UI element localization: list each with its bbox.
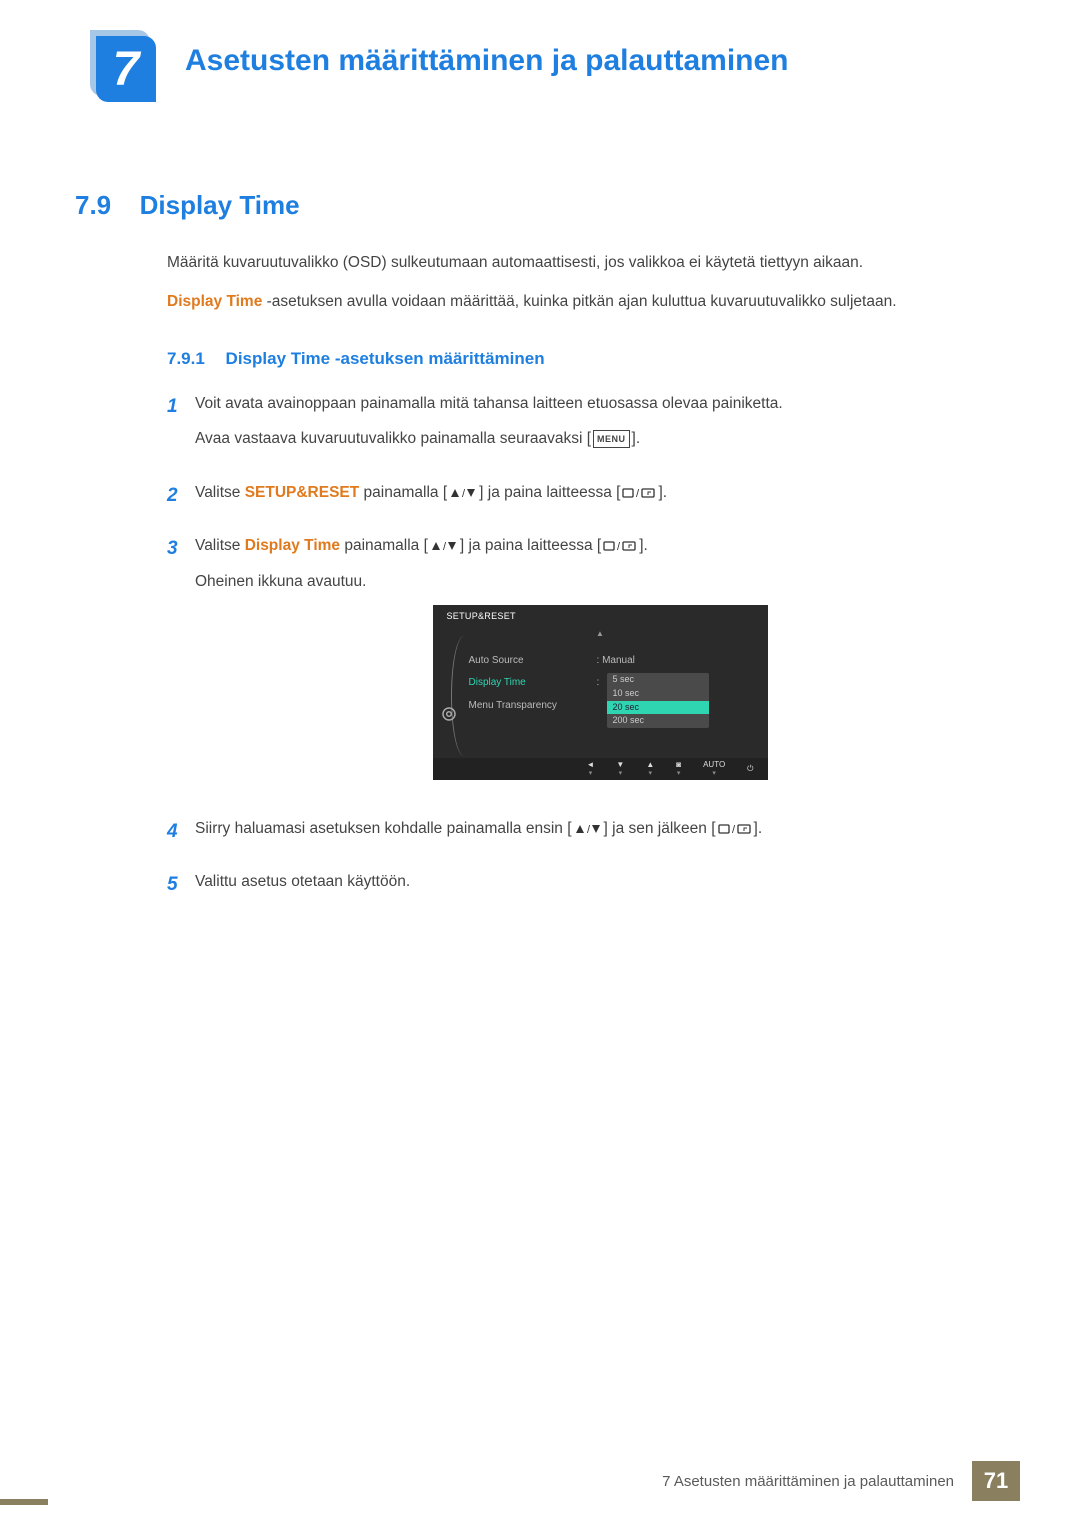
step-1-line-a: Voit avata avainoppaan painamalla mitä t…	[195, 391, 1005, 417]
subsection: 7.9.1 Display Time -asetuksen määrittämi…	[167, 349, 1005, 905]
gear-icon	[441, 706, 457, 722]
osd-value-auto-source: Manual	[602, 655, 635, 666]
step-number: 2	[167, 480, 195, 516]
source-return-icon: /	[718, 816, 752, 842]
osd-window: SETUP&RESET ▲ Auto Sourc	[433, 605, 768, 780]
osd-dropdown: 5 sec 10 sec 20 sec 200 sec	[607, 673, 709, 728]
section-title: Display Time	[140, 190, 300, 221]
chapter-number: 7	[96, 36, 156, 102]
keyword-setup-reset: SETUP&RESET	[245, 484, 360, 501]
source-return-icon: /	[603, 534, 637, 560]
section: 7.9 Display Time Määritä kuvaruutuvalikk…	[75, 190, 1005, 923]
subsection-heading: 7.9.1 Display Time -asetuksen määrittämi…	[167, 349, 1005, 369]
page: 7 Asetusten määrittäminen ja palauttamin…	[0, 0, 1080, 1527]
source-return-icon: /	[622, 480, 656, 506]
section-body: Määritä kuvaruutuvalikko (OSD) sulkeutum…	[167, 251, 1005, 315]
footer-text: 7 Asetusten määrittäminen ja palauttamin…	[662, 1473, 954, 1490]
osd-option: 5 sec	[607, 673, 709, 687]
subsection-title: Display Time -asetuksen määrittäminen	[226, 349, 545, 368]
step-number: 1	[167, 391, 195, 462]
subsection-number: 7.9.1	[167, 349, 205, 368]
osd-item-display-time: Display Time	[469, 672, 589, 695]
osd-option: 10 sec	[607, 687, 709, 701]
svg-text:/: /	[617, 541, 621, 552]
step-3: 3 Valitse Display Time painamalla [/] ja…	[167, 533, 1005, 797]
up-down-icon: /	[574, 816, 602, 842]
osd-nav-up-icon: ▲▾	[646, 761, 654, 777]
step-number: 4	[167, 816, 195, 852]
osd-title: SETUP&RESET	[433, 605, 768, 626]
osd-scroll-up-icon: ▲	[433, 627, 768, 640]
osd-nav-enter-icon: ◙▾	[676, 761, 681, 777]
osd-menu: Auto Source Display Time Menu Transparen…	[469, 640, 589, 764]
step-2: 2 Valitse SETUP&RESET painamalla [/] ja …	[167, 480, 1005, 516]
svg-text:/: /	[732, 824, 736, 835]
step-3-extra: Oheinen ikkuna avautuu.	[195, 569, 1005, 595]
svg-text:/: /	[587, 824, 591, 835]
osd-nav-power-icon: ⏻	[747, 765, 753, 773]
up-down-icon: /	[449, 480, 477, 506]
step-5-text: Valittu asetus otetaan käyttöön.	[195, 869, 1005, 895]
osd-nav-down-icon: ▼▾	[616, 761, 624, 777]
footer-page-number: 71	[972, 1461, 1020, 1501]
osd-bottom-bar: ◄▾ ▼▾ ▲▾ ◙▾ AUTO▾ ⏻	[433, 758, 768, 780]
svg-text:/: /	[636, 488, 640, 499]
osd-nav-auto: AUTO▾	[703, 761, 725, 777]
up-down-icon: /	[430, 534, 458, 560]
step-number: 3	[167, 533, 195, 797]
osd-option: 200 sec	[607, 714, 709, 728]
osd-item-menu-transparency: Menu Transparency	[469, 695, 589, 718]
step-4: 4 Siirry haluamasi asetuksen kohdalle pa…	[167, 816, 1005, 852]
step-1-line-b: Avaa vastaava kuvaruutuvalikko painamall…	[195, 426, 1005, 452]
paragraph-2: Display Time -asetuksen avulla voidaan m…	[167, 290, 1005, 315]
keyword-display-time: Display Time	[245, 537, 340, 554]
chapter-title: Asetusten määrittäminen ja palauttaminen	[185, 44, 789, 78]
osd-nav-left-icon: ◄▾	[586, 761, 594, 777]
menu-icon: MENU	[593, 430, 630, 449]
footer-accent-bar	[0, 1499, 48, 1505]
section-number: 7.9	[75, 190, 111, 221]
step-5: 5 Valittu asetus otetaan käyttöön.	[167, 869, 1005, 905]
chapter-badge: 7	[90, 30, 162, 110]
term-display-time: Display Time	[167, 293, 262, 310]
step-1: 1 Voit avata avainoppaan painamalla mitä…	[167, 391, 1005, 462]
paragraph-1: Määritä kuvaruutuvalikko (OSD) sulkeutum…	[167, 251, 1005, 276]
svg-text:/: /	[462, 488, 466, 499]
osd-option-selected: 20 sec	[607, 701, 709, 715]
osd-item-auto-source: Auto Source	[469, 650, 589, 673]
steps-list: 1 Voit avata avainoppaan painamalla mitä…	[167, 391, 1005, 905]
step-number: 5	[167, 869, 195, 905]
page-footer: 7 Asetusten määrittäminen ja palauttamin…	[662, 1461, 1020, 1501]
svg-text:/: /	[443, 541, 447, 552]
